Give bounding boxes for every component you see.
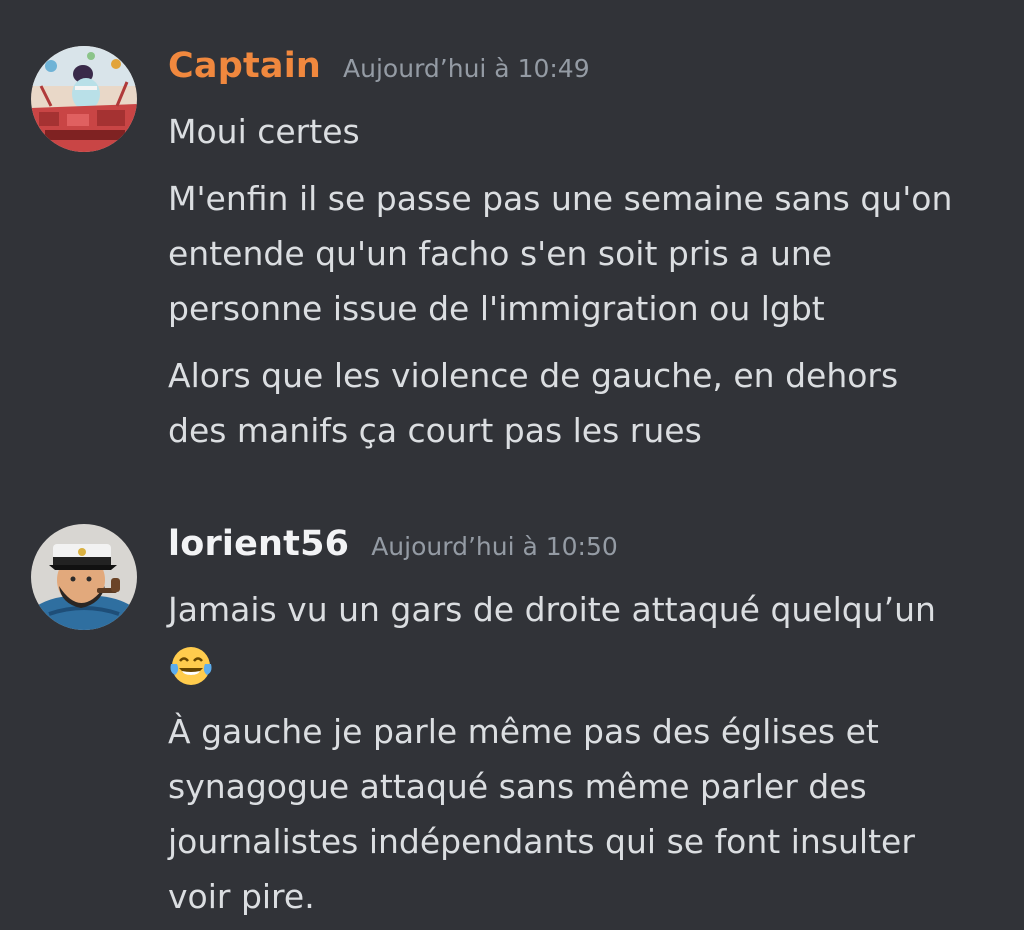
captain-avatar-icon [31,46,137,152]
timestamp: Aujourd’hui à 10:49 [343,54,590,83]
timestamp: Aujourd’hui à 10:50 [371,532,618,561]
message-content: Captain Aujourd’hui à 10:49 Moui certes … [168,46,1008,458]
message-header: lorient56 Aujourd’hui à 10:50 [168,524,1008,580]
sailor-captain-avatar-icon [31,524,137,630]
message-content: lorient56 Aujourd’hui à 10:50 Jamais vu … [168,524,1008,924]
emoji [168,637,1008,692]
message-header: Captain Aujourd’hui à 10:49 [168,46,1008,102]
username[interactable]: lorient56 [168,524,349,564]
message-text: M'enfin il se passe pas une semaine sans… [168,179,953,328]
message-text: Moui certes [168,112,360,151]
username[interactable]: Captain [168,46,321,86]
face-with-tears-of-joy-icon [170,646,212,685]
message-text: À gauche je parle même pas des églises e… [168,712,915,916]
message-text: Alors que les violence de gauche, en deh… [168,356,899,450]
message-text: Jamais vu un gars de droite attaqué quel… [168,590,936,629]
avatar[interactable] [31,46,137,152]
avatar[interactable] [31,524,137,630]
